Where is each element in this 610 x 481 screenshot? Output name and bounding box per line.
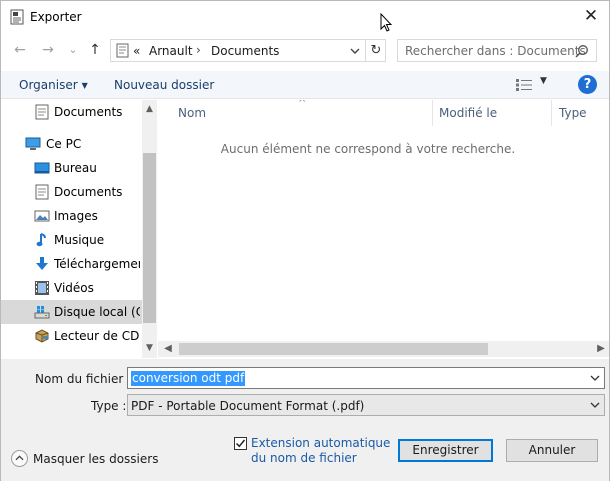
- filename-value[interactable]: conversion odt pdf: [131, 371, 246, 386]
- empty-state-message: Aucun élément ne correspond à votre rech…: [220, 142, 516, 156]
- back-arrow-icon[interactable]: ←: [12, 42, 28, 58]
- chevron-down-icon[interactable]: [349, 43, 361, 59]
- nav-item-label: Lecteur de CD (D:): [54, 329, 140, 343]
- nav-item-this-pc[interactable]: Ce PC: [1, 132, 142, 156]
- nav-item-documents[interactable]: Documents: [1, 180, 142, 204]
- column-header-type[interactable]: Type: [559, 106, 587, 120]
- column-header-name[interactable]: Nom: [178, 106, 206, 120]
- export-dialog: Exporter ✕ ← → ⌄ ↑ « Arnault › Documents…: [0, 0, 610, 481]
- auto-extension-label[interactable]: Extension automatique du nom de fichier: [251, 436, 390, 466]
- title-bar: Exporter ✕: [1, 1, 609, 33]
- document-icon: [10, 9, 24, 25]
- videos-icon: [35, 281, 49, 295]
- auto-extension-checkbox[interactable]: [234, 437, 247, 450]
- downloads-icon: [36, 257, 48, 270]
- column-header-modified[interactable]: Modifié le: [439, 106, 497, 120]
- organize-label: Organiser: [19, 78, 78, 92]
- file-list[interactable]: ^ Nom Modifié le Type Aucun élément ne c…: [158, 100, 609, 358]
- pictures-icon: [34, 210, 50, 222]
- nav-item-label: Documents: [54, 185, 123, 199]
- documents-icon: [35, 104, 49, 120]
- documents-folder-icon: [116, 43, 129, 58]
- nav-item-desktop[interactable]: Bureau: [1, 156, 142, 180]
- scrollbar-thumb[interactable]: [179, 343, 488, 355]
- view-options-caret-icon[interactable]: ▼: [540, 76, 547, 86]
- scroll-up-icon[interactable]: ▲: [142, 102, 157, 117]
- nav-item-label: Ce PC: [46, 137, 82, 151]
- nav-item-documents-quick[interactable]: Documents: [1, 100, 142, 124]
- drive-icon: [34, 306, 50, 319]
- nav-item-label: Bureau: [54, 161, 97, 175]
- view-options-icon[interactable]: [516, 79, 532, 91]
- sort-ascending-icon: ^: [298, 100, 307, 109]
- save-form: Nom du fichier : conversion odt pdf Type…: [1, 359, 609, 481]
- checkmark-icon: [235, 439, 246, 448]
- filelist-horizontal-scrollbar[interactable]: ◀ ▶: [158, 341, 609, 357]
- mouse-cursor-icon: [380, 13, 392, 32]
- column-divider[interactable]: [432, 100, 433, 126]
- recent-locations-chevron-icon[interactable]: ⌄: [65, 42, 81, 58]
- breadcrumb-separator: ›: [196, 43, 201, 57]
- new-folder-button[interactable]: Nouveau dossier: [114, 78, 214, 92]
- scrollbar-thumb[interactable]: [143, 153, 156, 323]
- column-divider[interactable]: [551, 100, 552, 126]
- scroll-down-icon[interactable]: ▼: [142, 341, 157, 356]
- navigation-pane: Documents Ce PC Bureau Documents Images …: [1, 100, 157, 358]
- nav-item-label: Vidéos: [54, 281, 94, 295]
- auto-extension-line1: Extension automatique: [251, 436, 391, 450]
- pc-icon: [25, 137, 41, 150]
- window-title: Exporter: [30, 10, 82, 24]
- search-placeholder: Rechercher dans : Documents: [405, 44, 586, 58]
- breadcrumb-overflow[interactable]: «: [133, 44, 140, 58]
- music-icon: [36, 233, 46, 247]
- nav-item-pictures[interactable]: Images: [1, 204, 142, 228]
- type-label: Type :: [91, 399, 127, 413]
- navpane-scrollbar[interactable]: ▲ ▼: [142, 100, 157, 358]
- help-icon[interactable]: ?: [578, 75, 597, 94]
- nav-item-label: Téléchargements: [54, 257, 140, 271]
- chevron-up-icon: [11, 450, 28, 467]
- caret-down-icon: ▼: [81, 81, 88, 90]
- nav-item-label: Musique: [54, 233, 105, 247]
- close-icon[interactable]: ✕: [583, 7, 599, 25]
- breadcrumb-documents[interactable]: Documents: [211, 44, 279, 58]
- nav-item-cd-drive[interactable]: Lecteur de CD (D:): [1, 324, 142, 348]
- breadcrumb-arnault[interactable]: Arnault: [149, 44, 193, 58]
- organize-button[interactable]: Organiser ▼: [19, 78, 88, 92]
- hide-folders-label: Masquer les dossiers: [33, 452, 159, 466]
- nav-item-downloads[interactable]: Téléchargements: [1, 252, 142, 276]
- nav-item-label: Images: [54, 209, 98, 223]
- chevron-down-icon[interactable]: [590, 371, 600, 385]
- nav-item-label: Disque local (C:): [54, 305, 140, 319]
- address-bar[interactable]: « Arnault › Documents ↻: [110, 39, 386, 62]
- nav-item-videos[interactable]: Vidéos: [1, 276, 142, 300]
- desktop-icon: [34, 162, 50, 174]
- refresh-icon[interactable]: ↻: [365, 40, 386, 61]
- filename-label: Nom du fichier :: [35, 372, 132, 386]
- command-toolbar: Organiser ▼ Nouveau dossier ▼ ?: [1, 71, 609, 99]
- filename-input[interactable]: conversion odt pdf: [127, 367, 605, 389]
- scroll-right-icon[interactable]: ▶: [593, 341, 609, 357]
- file-type-select[interactable]: PDF - Portable Document Format (.pdf): [127, 394, 605, 416]
- search-input[interactable]: Rechercher dans : Documents: [397, 39, 597, 62]
- auto-extension-line2: du nom de fichier: [251, 451, 357, 465]
- search-icon: [575, 45, 588, 58]
- up-arrow-icon[interactable]: ↑: [87, 42, 103, 58]
- scroll-left-icon[interactable]: ◀: [160, 341, 176, 357]
- nav-item-music[interactable]: Musique: [1, 228, 142, 252]
- documents-icon: [35, 184, 49, 200]
- nav-item-local-disk[interactable]: Disque local (C:): [1, 300, 142, 324]
- chevron-down-icon[interactable]: [590, 398, 600, 412]
- save-button[interactable]: Enregistrer: [398, 439, 493, 462]
- cancel-button[interactable]: Annuler: [506, 439, 598, 462]
- nav-item-label: Documents: [54, 105, 123, 119]
- file-type-value: PDF - Portable Document Format (.pdf): [131, 399, 365, 413]
- cd-drive-icon: [35, 329, 49, 343]
- forward-arrow-icon[interactable]: →: [40, 42, 56, 58]
